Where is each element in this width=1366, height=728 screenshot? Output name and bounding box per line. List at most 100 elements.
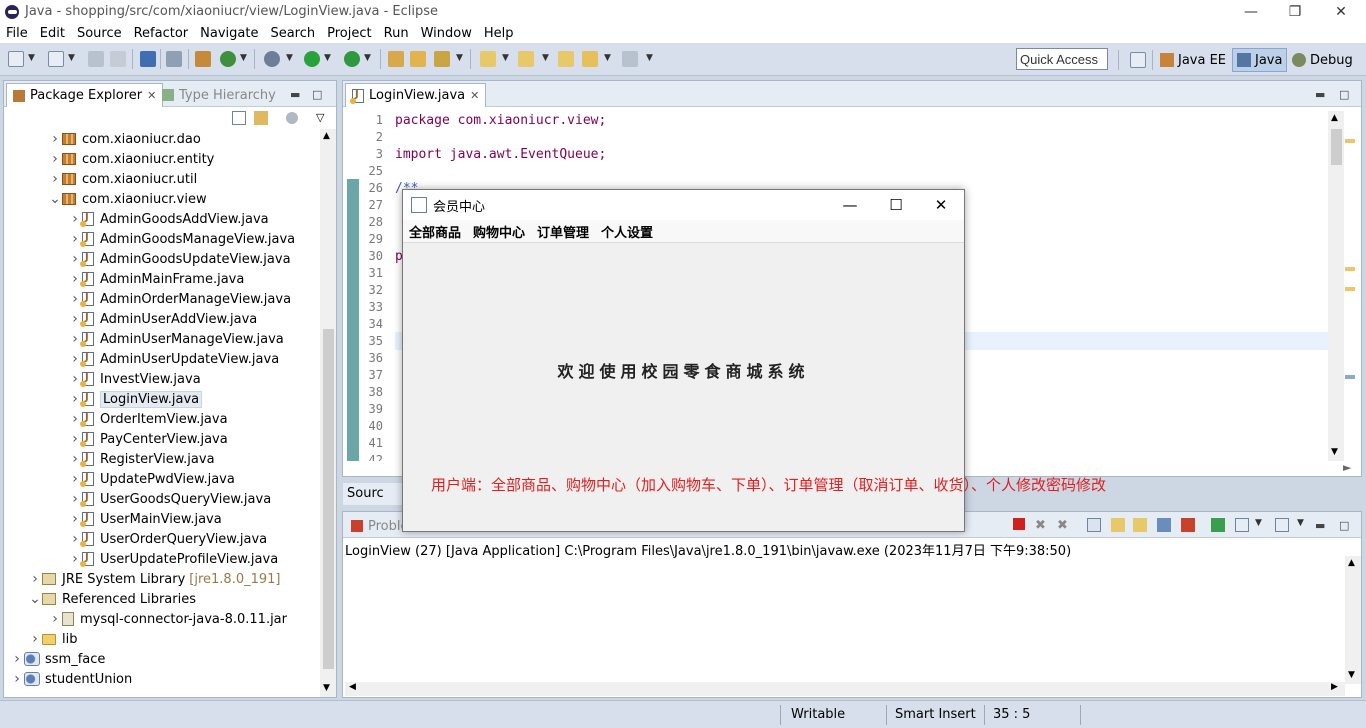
maximize-console-icon[interactable]: □: [1339, 519, 1349, 532]
tree-item[interactable]: ›LoginView.java: [68, 389, 203, 409]
tab-type-hierarchy[interactable]: Type Hierarchy: [156, 83, 282, 107]
menu-window[interactable]: Window: [415, 26, 478, 41]
open-perspective-icon[interactable]: [1130, 52, 1146, 68]
new-package-dropdown-icon[interactable]: ▼: [68, 53, 75, 63]
chevron-right-icon[interactable]: ›: [48, 131, 62, 147]
tree-item[interactable]: ›AdminMainFrame.java: [68, 269, 244, 289]
prev-annotation-dropdown-icon[interactable]: ▼: [542, 53, 549, 63]
tree-item[interactable]: ›UpdatePwdView.java: [68, 469, 235, 489]
menu-file[interactable]: File: [0, 26, 34, 41]
perspective-java[interactable]: Java: [1232, 48, 1288, 72]
tree-item[interactable]: › ssm_face: [10, 649, 105, 669]
hscroll-right-icon[interactable]: ►: [1343, 461, 1359, 475]
console-scrollbar[interactable]: ▲ ▼: [1345, 556, 1361, 684]
next-annotation-icon[interactable]: [480, 51, 496, 67]
minimize-editor-icon[interactable]: ▬: [1315, 88, 1325, 101]
link-editor-icon[interactable]: [254, 111, 268, 125]
collapse-all-icon[interactable]: [232, 111, 246, 125]
minimize-button[interactable]: —: [1228, 0, 1274, 23]
perspective-java-ee[interactable]: Java EE: [1156, 48, 1230, 72]
chevron-down-icon[interactable]: ⌄: [28, 591, 42, 607]
console-hscrollbar[interactable]: ◀ ▶: [345, 682, 1345, 696]
tree-scrollbar[interactable]: ▲ ▼: [320, 129, 336, 697]
scrollbar-thumb[interactable]: [1331, 129, 1342, 165]
show-error-icon[interactable]: [1181, 518, 1195, 532]
scroll-left-icon[interactable]: ◀: [349, 682, 356, 692]
tree-item[interactable]: › studentUnion: [10, 669, 132, 689]
debug-icon[interactable]: [264, 51, 280, 67]
minimize-console-icon[interactable]: ▬: [1315, 519, 1325, 532]
new-icon[interactable]: [8, 51, 24, 67]
back-icon[interactable]: [582, 51, 598, 67]
chevron-right-icon[interactable]: ›: [28, 571, 42, 587]
tree-item[interactable]: › JRE System Library [jre1.8.0_191]: [28, 569, 280, 589]
tab-source[interactable]: Sourc: [343, 483, 403, 505]
overview-marker[interactable]: [1345, 375, 1355, 379]
open-type-icon[interactable]: [195, 51, 211, 67]
display-console-icon[interactable]: [1235, 518, 1249, 532]
chevron-right-icon[interactable]: ›: [10, 651, 24, 667]
forward-icon[interactable]: [622, 51, 638, 67]
new-dropdown-icon[interactable]: ▼: [28, 53, 35, 63]
menu-search[interactable]: Search: [264, 26, 321, 41]
run-dropdown-icon[interactable]: ▼: [324, 53, 331, 63]
back-dropdown-icon[interactable]: ▼: [604, 53, 611, 63]
close-button[interactable]: ✕: [1318, 0, 1364, 23]
menu-source[interactable]: Source: [71, 26, 128, 41]
overview-marker[interactable]: [1345, 287, 1355, 291]
tree-item[interactable]: ⌄ Referenced Libraries: [28, 589, 196, 609]
scroll-lock-icon[interactable]: [1111, 518, 1125, 532]
scroll-up-icon[interactable]: ▲: [1331, 113, 1338, 123]
annotation-dropdown-icon[interactable]: ▼: [456, 53, 463, 63]
word-wrap-icon[interactable]: [1133, 518, 1147, 532]
display-console-dropdown-icon[interactable]: ▼: [1255, 518, 1262, 528]
dialog-maximize-button[interactable]: ☐: [873, 190, 919, 220]
forward-dropdown-icon[interactable]: ▼: [646, 53, 653, 63]
tree-item[interactable]: ›AdminGoodsManageView.java: [68, 229, 295, 249]
scroll-down-icon[interactable]: ▼: [1331, 447, 1338, 457]
remove-launch-icon[interactable]: ✖: [1035, 518, 1046, 533]
next-annotation-dropdown-icon[interactable]: ▼: [502, 53, 509, 63]
quick-access-input[interactable]: [1016, 48, 1108, 70]
tree-item[interactable]: › mysql-connector-java-8.0.11.jar: [48, 609, 287, 629]
chevron-right-icon[interactable]: ›: [10, 671, 24, 687]
menu-all-goods[interactable]: 全部商品: [403, 222, 467, 241]
chevron-right-icon[interactable]: ›: [48, 151, 62, 167]
perspective-debug[interactable]: Debug: [1288, 48, 1357, 72]
tree-item[interactable]: ›OrderItemView.java: [68, 409, 228, 429]
menu-shopping-center[interactable]: 购物中心: [467, 222, 531, 241]
pencil-icon[interactable]: [434, 51, 450, 67]
tree-item[interactable]: ›UserMainView.java: [68, 509, 222, 529]
open-console-icon[interactable]: [1275, 518, 1289, 532]
tree-item[interactable]: ›UserGoodsQueryView.java: [68, 489, 271, 509]
terminal-icon[interactable]: [140, 51, 156, 67]
maximize-editor-icon[interactable]: □: [1339, 88, 1349, 101]
coverage-icon[interactable]: [344, 51, 360, 67]
dialog-close-button[interactable]: ✕: [918, 190, 964, 220]
open-console-dropdown-icon[interactable]: ▼: [1297, 518, 1304, 528]
tree-item[interactable]: ›RegisterView.java: [68, 449, 215, 469]
tree-item[interactable]: › com.xiaoniucr.entity: [48, 149, 214, 169]
tree-item[interactable]: ›UserOrderQueryView.java: [68, 529, 267, 549]
tree-item[interactable]: ›PayCenterView.java: [68, 429, 228, 449]
dialog-minimize-button[interactable]: —: [827, 190, 873, 220]
tree-item[interactable]: ›AdminOrderManageView.java: [68, 289, 291, 309]
menu-edit[interactable]: Edit: [34, 26, 71, 41]
open-folder-icon[interactable]: [410, 51, 426, 67]
menu-run[interactable]: Run: [378, 26, 415, 41]
tab-package-explorer[interactable]: Package Explorer ✕: [6, 83, 164, 107]
pin-console-icon[interactable]: [1211, 518, 1225, 532]
run-icon[interactable]: [304, 51, 320, 67]
terminate-icon[interactable]: [1013, 518, 1025, 530]
menu-order-management[interactable]: 订单管理: [531, 222, 595, 241]
chevron-right-icon[interactable]: ›: [48, 171, 62, 187]
menu-project[interactable]: Project: [321, 26, 377, 41]
refresh-dropdown-icon[interactable]: ▼: [240, 53, 247, 63]
scrollbar-thumb[interactable]: [323, 329, 334, 669]
tree-item[interactable]: › com.xiaoniucr.util: [48, 169, 197, 189]
maximize-view-icon[interactable]: □: [312, 88, 322, 101]
skip-breakpoints-icon[interactable]: [166, 51, 182, 67]
tree-item[interactable]: ›AdminUserAddView.java: [68, 309, 257, 329]
show-output-icon[interactable]: [1157, 518, 1171, 532]
filters-icon[interactable]: [286, 112, 298, 124]
